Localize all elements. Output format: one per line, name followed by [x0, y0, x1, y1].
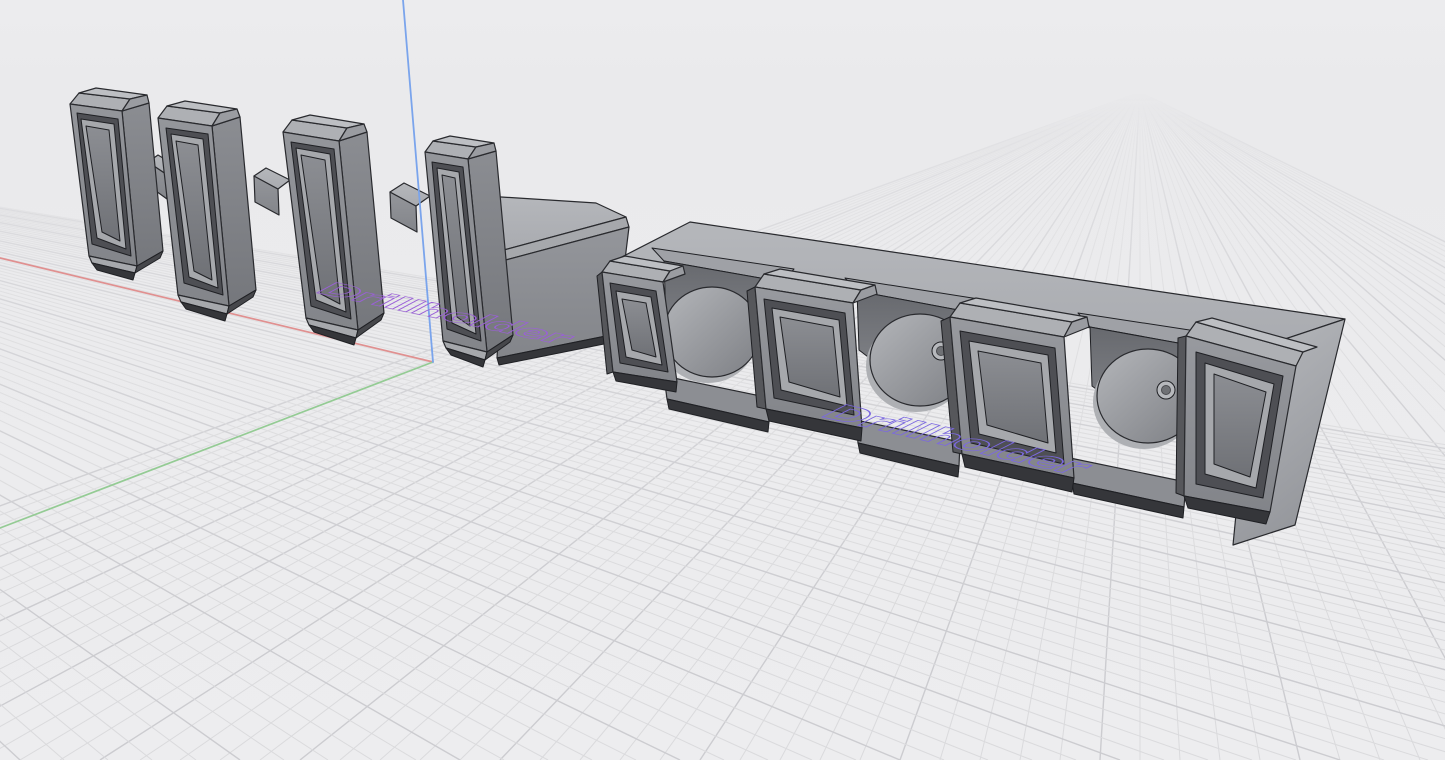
cylinder-1 [664, 287, 760, 377]
prong-1 [70, 88, 163, 280]
prong-2 [158, 101, 256, 321]
cylinder-3-hole [1162, 386, 1171, 395]
scene-svg: Drillholder Drillholder [0, 0, 1445, 760]
cad-viewport[interactable]: Drillholder Drillholder [0, 0, 1445, 760]
grid-line [0, 92, 64, 760]
